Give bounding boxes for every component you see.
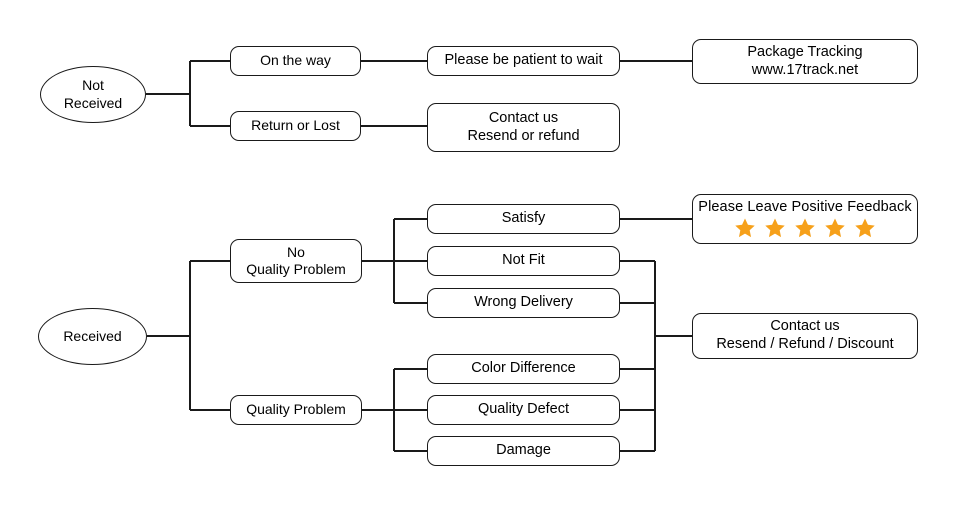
node-damage-label: Damage (496, 442, 551, 459)
node-satisfy-label: Satisfy (501, 210, 546, 227)
node-received-label: Received (63, 327, 122, 344)
node-return-or-lost-label: Return or Lost (251, 117, 340, 134)
node-quality-problem[interactable]: Quality Problem (230, 395, 362, 425)
node-contact-us-resend-refund-discount-label: Contact us Resend / Refund / Discount (716, 318, 894, 352)
node-on-the-way[interactable]: On the way (230, 46, 361, 76)
node-wrong-delivery-label: Wrong Delivery (474, 294, 573, 311)
node-quality-problem-label: Quality Problem (246, 401, 346, 418)
node-no-quality-problem-label: No Quality Problem (246, 243, 346, 277)
star-rating (734, 217, 876, 239)
node-received[interactable]: Received (38, 308, 147, 365)
star-icon (855, 218, 875, 238)
node-color-difference-label: Color Difference (471, 360, 576, 377)
node-on-the-way-label: On the way (260, 52, 331, 69)
node-package-tracking[interactable]: Package Tracking www.17track.net (692, 39, 918, 84)
node-not-received[interactable]: Not Received (40, 66, 146, 123)
star-icon (735, 218, 755, 238)
node-please-be-patient-to-wait-label: Please be patient to wait (444, 52, 603, 69)
star-icon (765, 218, 785, 238)
node-damage[interactable]: Damage (427, 436, 620, 466)
node-contact-us-resend-or-refund[interactable]: Contact us Resend or refund (427, 103, 620, 152)
node-package-tracking-label: Package Tracking www.17track.net (747, 43, 863, 78)
node-positive-feedback[interactable]: Please Leave Positive Feedback (692, 194, 918, 244)
node-quality-defect[interactable]: Quality Defect (427, 395, 620, 425)
node-wrong-delivery[interactable]: Wrong Delivery (427, 288, 620, 318)
node-contact-us-resend-refund-discount[interactable]: Contact us Resend / Refund / Discount (692, 313, 918, 359)
node-not-fit-label: Not Fit (502, 252, 545, 269)
node-no-quality-problem[interactable]: No Quality Problem (230, 239, 362, 283)
flowchart-canvas: Not Received Received On the way Return … (0, 0, 960, 513)
node-not-received-label: Not Received (63, 77, 123, 111)
node-not-fit[interactable]: Not Fit (427, 246, 620, 276)
star-icon (825, 218, 845, 238)
node-please-be-patient-to-wait[interactable]: Please be patient to wait (427, 46, 620, 76)
node-satisfy[interactable]: Satisfy (427, 204, 620, 234)
node-return-or-lost[interactable]: Return or Lost (230, 111, 361, 141)
star-icon (795, 218, 815, 238)
node-positive-feedback-label: Please Leave Positive Feedback (698, 198, 912, 215)
node-color-difference[interactable]: Color Difference (427, 354, 620, 384)
node-quality-defect-label: Quality Defect (477, 401, 570, 418)
node-contact-us-resend-or-refund-label: Contact us Resend or refund (467, 109, 580, 144)
